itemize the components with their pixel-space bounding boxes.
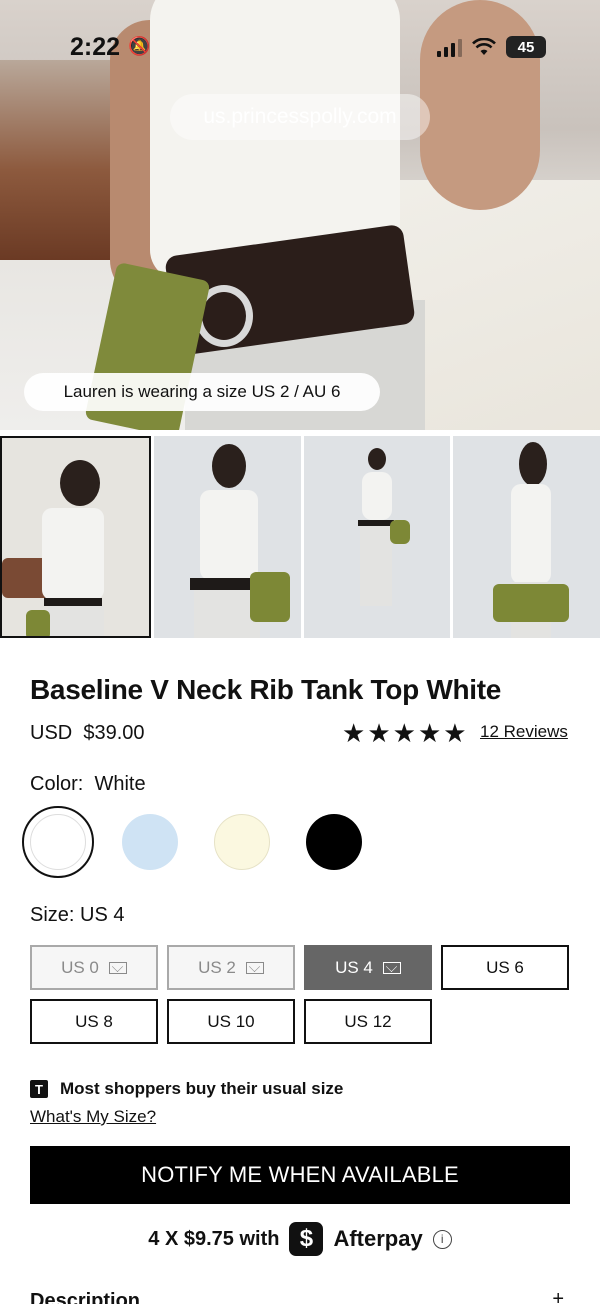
url-bar[interactable]: us.princesspolly.com bbox=[170, 94, 430, 140]
status-icons: 45 bbox=[437, 36, 546, 58]
swatch-cream-dot bbox=[214, 814, 270, 870]
swatch-black-dot bbox=[306, 814, 362, 870]
plus-icon[interactable]: + bbox=[552, 1288, 564, 1304]
swatch-white-dot bbox=[30, 814, 86, 870]
whats-my-size-link[interactable]: What's My Size? bbox=[30, 1107, 156, 1127]
star-icon: ★ bbox=[367, 718, 391, 748]
size-label-text: US 2 bbox=[198, 957, 236, 977]
mail-icon bbox=[382, 961, 401, 974]
t-badge-icon: T bbox=[30, 1080, 48, 1098]
size-us-2[interactable]: US 2 bbox=[167, 945, 295, 990]
color-label-text: Color: bbox=[30, 773, 84, 795]
afterpay-brand: Afterpay bbox=[333, 1226, 423, 1251]
thumbnail-1[interactable] bbox=[0, 436, 151, 638]
color-selected-value: White bbox=[94, 773, 146, 795]
battery-icon: 45 bbox=[506, 36, 546, 58]
thumbnail-gallery bbox=[0, 436, 600, 638]
bell-slash-icon: 🔕 bbox=[128, 36, 151, 56]
color-label: Color: White bbox=[30, 773, 146, 796]
swatch-light-blue-dot bbox=[122, 814, 178, 870]
model-size-note: Lauren is wearing a size US 2 / AU 6 bbox=[24, 373, 380, 411]
star-icon: ★ bbox=[443, 718, 467, 748]
wifi-icon bbox=[472, 38, 496, 56]
info-icon[interactable]: i bbox=[432, 1229, 452, 1249]
swatch-light-blue[interactable] bbox=[114, 806, 186, 878]
afterpay-text: 4 X $9.75 with bbox=[148, 1227, 280, 1250]
price-amount: $39.00 bbox=[83, 722, 145, 744]
rating-stars[interactable]: ★ ★ ★ ★ ★ bbox=[342, 720, 467, 746]
size-us-12[interactable]: US 12 bbox=[304, 999, 432, 1044]
hero-arm-right bbox=[420, 0, 540, 210]
size-label: Size: US 4 bbox=[30, 904, 125, 926]
reviews-link[interactable]: 12 Reviews bbox=[480, 722, 568, 742]
description-header[interactable]: Description bbox=[30, 1290, 140, 1304]
price-currency: USD bbox=[30, 722, 73, 744]
swatch-black[interactable] bbox=[298, 806, 370, 878]
swatch-white[interactable] bbox=[22, 806, 94, 878]
size-us-4[interactable]: US 4 bbox=[304, 945, 432, 990]
star-icon: ★ bbox=[417, 718, 442, 748]
product-price: USD $39.00 bbox=[30, 722, 145, 745]
mail-icon bbox=[245, 961, 264, 974]
size-label-text: US 12 bbox=[344, 1011, 392, 1031]
afterpay-logo-icon: $ bbox=[289, 1222, 324, 1256]
fit-message: Most shoppers buy their usual size bbox=[60, 1079, 344, 1098]
mail-icon bbox=[108, 961, 127, 974]
product-title: Baseline V Neck Rib Tank Top White bbox=[30, 674, 502, 705]
status-time: 2:22 bbox=[70, 33, 121, 61]
thumbnail-2[interactable] bbox=[153, 436, 301, 638]
swatch-cream[interactable] bbox=[206, 806, 278, 878]
fit-advice: T Most shoppers buy their usual size bbox=[30, 1079, 343, 1099]
afterpay-row: 4 X $9.75 with $ Afterpay i bbox=[0, 1222, 600, 1256]
star-icon: ★ bbox=[342, 718, 366, 748]
star-icon: ★ bbox=[392, 718, 416, 748]
color-swatches bbox=[22, 806, 370, 878]
size-label-text: US 8 bbox=[75, 1011, 113, 1031]
size-us-0[interactable]: US 0 bbox=[30, 945, 158, 990]
notify-me-button[interactable]: NOTIFY ME WHEN AVAILABLE bbox=[30, 1146, 570, 1204]
size-selector: US 0 US 2 US 4 US 6 US 8 US 10 US 12 bbox=[30, 945, 570, 1044]
size-label-text: US 10 bbox=[207, 1011, 255, 1031]
hero-image[interactable]: 2:22 🔕 45 us.princesspolly.com Lauren is… bbox=[0, 0, 600, 430]
size-us-8[interactable]: US 8 bbox=[30, 999, 158, 1044]
size-label-text: US 0 bbox=[61, 957, 99, 977]
size-us-10[interactable]: US 10 bbox=[167, 999, 295, 1044]
signal-icon bbox=[437, 37, 462, 57]
size-label-text: US 4 bbox=[335, 957, 373, 977]
thumbnail-4[interactable] bbox=[453, 436, 600, 638]
thumbnail-3[interactable] bbox=[303, 436, 451, 638]
size-us-6[interactable]: US 6 bbox=[441, 945, 569, 990]
size-label-text: US 6 bbox=[486, 957, 524, 977]
